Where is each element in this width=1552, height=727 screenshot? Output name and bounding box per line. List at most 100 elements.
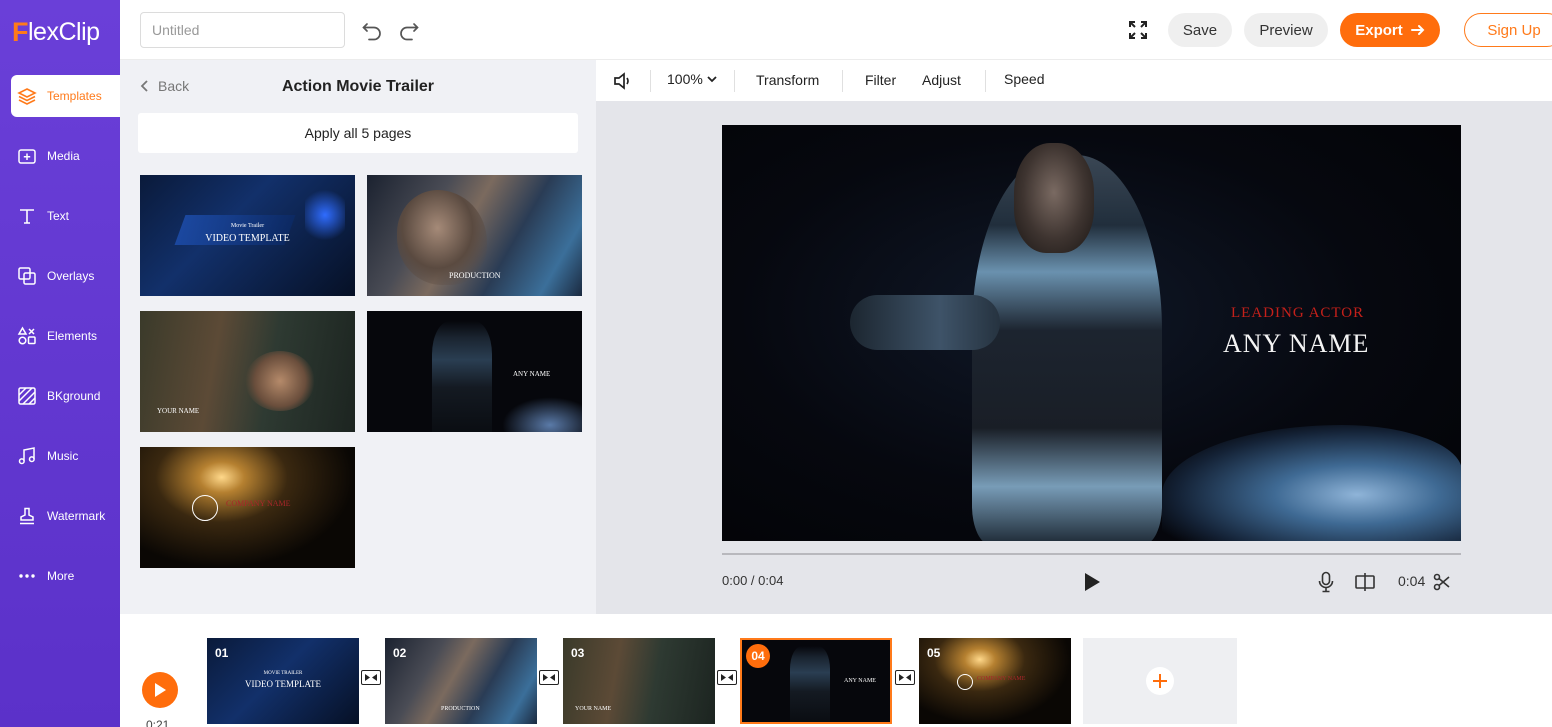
undo-icon[interactable]: [360, 18, 384, 42]
background-icon: [17, 386, 37, 406]
stamp-icon: [17, 506, 37, 526]
preview-stage: LEADING ACTOR ANY NAME 0:00 / 0:04 0:04: [596, 101, 1552, 614]
transition-button[interactable]: [895, 670, 915, 685]
thumb-line-small: Movie Trailer: [230, 223, 265, 229]
back-label: Back: [158, 78, 190, 94]
car-image: [502, 397, 582, 432]
sidebar-item-templates[interactable]: Templates: [11, 75, 120, 117]
sidebar-item-label: Text: [47, 209, 70, 223]
actor-head-image: [1014, 143, 1094, 253]
caption-leading-actor[interactable]: LEADING ACTOR: [1231, 305, 1364, 322]
transition-button[interactable]: [539, 670, 559, 685]
volume-icon[interactable]: [612, 71, 634, 91]
transition-icon: [898, 673, 912, 682]
playback-progress-bar[interactable]: [722, 553, 1461, 555]
sidebar-item-label: Watermark: [47, 509, 106, 523]
timeline-total-time: 0:21: [146, 718, 170, 727]
sidebar-item-label: Templates: [47, 89, 102, 103]
panel-title: Action Movie Trailer: [281, 78, 435, 95]
sign-up-button[interactable]: Sign Up: [1464, 13, 1552, 47]
sidebar-item-label: More: [47, 569, 75, 583]
export-label: Export: [1355, 21, 1403, 39]
clip-number: 02: [393, 646, 407, 660]
microphone-icon[interactable]: [1315, 571, 1337, 593]
play-button[interactable]: [1082, 571, 1102, 593]
transform-button[interactable]: Transform: [756, 72, 819, 88]
clip-line-big: VIDEO TEMPLATE: [244, 679, 322, 689]
zoom-value: 100%: [667, 71, 703, 87]
thumb-line: PRODUCTION: [449, 271, 501, 280]
split-clip-icon[interactable]: [1354, 571, 1376, 593]
templates-panel: Back Action Movie Trailer Apply all 5 pa…: [120, 60, 596, 614]
project-title-input[interactable]: [140, 12, 345, 48]
text-icon: [17, 206, 37, 226]
thumb-line: ANY NAME: [513, 370, 551, 378]
man-with-gun-image: [432, 321, 492, 432]
sidebar-item-text[interactable]: Text: [11, 195, 120, 237]
clip-number: 03: [571, 646, 585, 660]
chevron-left-icon: [140, 80, 150, 92]
timeline-clip-05[interactable]: 05 COMPANY NAME: [919, 638, 1071, 724]
sidebar-item-more[interactable]: More: [11, 555, 120, 597]
transition-icon: [364, 673, 378, 682]
template-page-thumb-2[interactable]: PRODUCTION: [367, 175, 582, 296]
clip-line: COMPANY NAME: [977, 676, 1026, 682]
transition-button[interactable]: [717, 670, 737, 685]
save-button[interactable]: Save: [1168, 13, 1232, 47]
elements-icon: [17, 326, 37, 346]
zoom-dropdown[interactable]: 100%: [667, 71, 717, 87]
export-button[interactable]: Export: [1340, 13, 1440, 47]
speed-button[interactable]: Speed: [1004, 71, 1044, 87]
add-page-button[interactable]: [1083, 638, 1237, 724]
actor-arm-image: [850, 295, 1000, 350]
clip-line-small: MOVIE TRAILER: [263, 671, 303, 676]
sidebar-item-label: Overlays: [47, 269, 95, 283]
your-logo-circle: [192, 495, 218, 521]
flexclip-logo[interactable]: FlexClip: [12, 16, 100, 48]
timeline-clip-02[interactable]: 02 PRODUCTION: [385, 638, 537, 724]
sidebar-item-label: BKground: [47, 389, 101, 403]
fullscreen-icon[interactable]: [1126, 18, 1150, 42]
timeline-clip-01[interactable]: 01 MOVIE TRAILER VIDEO TEMPLATE: [207, 638, 359, 724]
more-dots-icon: [17, 566, 37, 586]
your-logo-circle: [957, 674, 973, 690]
playback-time: 0:00 / 0:04: [722, 573, 784, 588]
timeline: 0:21 01 MOVIE TRAILER VIDEO TEMPLATE 02 …: [120, 614, 1552, 727]
sidebar-item-music[interactable]: Music: [11, 435, 120, 477]
caption-any-name[interactable]: ANY NAME: [1223, 329, 1369, 359]
clip-duration[interactable]: 0:04: [1398, 573, 1425, 589]
video-canvas[interactable]: LEADING ACTOR ANY NAME: [722, 125, 1461, 541]
filter-button[interactable]: Filter: [865, 72, 896, 88]
plus-icon: [1146, 667, 1174, 695]
toolbar-separator: [842, 70, 843, 92]
sidebar: FlexClip Templates Media Text Overlays E…: [0, 0, 120, 727]
template-page-thumb-1[interactable]: Movie Trailer VIDEO TEMPLATE: [140, 175, 355, 296]
top-bar: Save Preview Export Sign Up: [120, 0, 1552, 60]
template-page-thumb-3[interactable]: YOUR NAME: [140, 311, 355, 432]
adjust-button[interactable]: Adjust: [922, 72, 961, 88]
template-page-thumb-5[interactable]: COMPANY NAME: [140, 447, 355, 568]
thumb-line-big: VIDEO TEMPLATE: [205, 233, 290, 244]
sidebar-item-overlays[interactable]: Overlays: [11, 255, 120, 297]
sidebar-item-watermark[interactable]: Watermark: [11, 495, 120, 537]
sidebar-item-bkground[interactable]: BKground: [11, 375, 120, 417]
timeline-clip-04[interactable]: 04 ANY NAME: [740, 638, 892, 724]
transition-icon: [542, 673, 556, 682]
toolbar-separator: [734, 70, 735, 92]
template-page-thumb-4[interactable]: ANY NAME: [367, 311, 582, 432]
back-button[interactable]: Back: [140, 78, 189, 94]
scissors-icon[interactable]: [1431, 571, 1453, 593]
apply-all-pages-button[interactable]: Apply all 5 pages: [138, 113, 578, 153]
logo-text: lexClip: [28, 17, 100, 46]
clip-number: 01: [215, 646, 229, 660]
timeline-play-button[interactable]: [142, 672, 178, 708]
redo-icon[interactable]: [397, 18, 421, 42]
toolbar-separator: [985, 70, 986, 92]
timeline-clip-03[interactable]: 03 YOUR NAME: [563, 638, 715, 724]
preview-button[interactable]: Preview: [1244, 13, 1328, 47]
clip-line: PRODUCTION: [441, 706, 480, 712]
sidebar-item-elements[interactable]: Elements: [11, 315, 120, 357]
logo-f: F: [12, 16, 29, 47]
sidebar-item-media[interactable]: Media: [11, 135, 120, 177]
transition-button[interactable]: [361, 670, 381, 685]
